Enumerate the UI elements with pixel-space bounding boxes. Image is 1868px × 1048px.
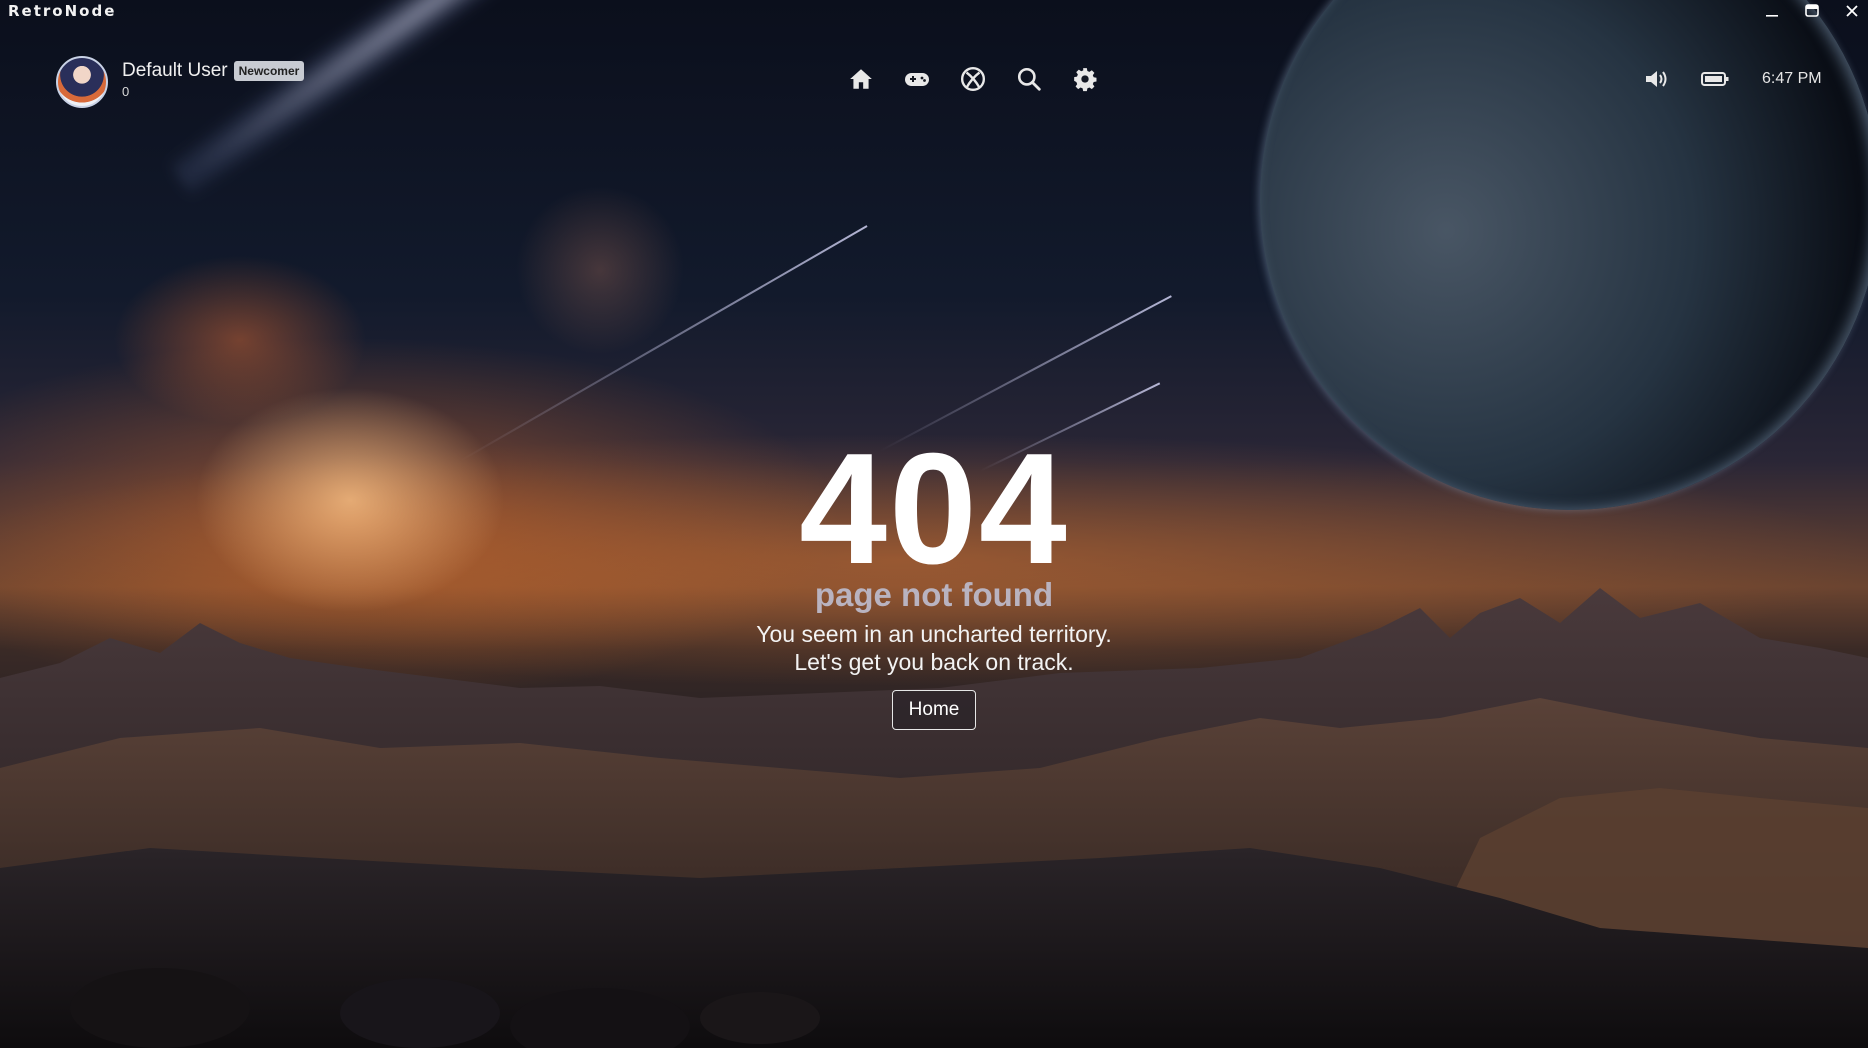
xbox-icon — [960, 66, 986, 92]
window-controls — [1764, 3, 1860, 19]
home-button[interactable]: Home — [891, 690, 977, 730]
avatar[interactable] — [56, 56, 108, 108]
user-profile[interactable]: Default User Newcomer 0 — [56, 56, 305, 108]
top-bar: Default User Newcomer 0 6:47 PM — [0, 50, 1868, 114]
volume-button[interactable] — [1642, 64, 1672, 94]
error-code: 404 — [799, 421, 1069, 597]
main-nav — [846, 64, 1100, 94]
volume-icon — [1646, 71, 1667, 87]
clock: 6:47 PM — [1762, 70, 1822, 87]
user-name: Default User — [122, 60, 228, 81]
nav-games[interactable] — [902, 64, 932, 94]
close-icon — [1846, 5, 1858, 17]
close-button[interactable] — [1844, 3, 1860, 19]
nav-home[interactable] — [846, 64, 876, 94]
home-icon — [850, 69, 872, 89]
maximize-icon — [1805, 4, 1819, 17]
window-titlebar: RetroNode — [0, 0, 1868, 22]
app-title: RetroNode — [8, 2, 117, 20]
settings-gear-icon — [1074, 68, 1097, 92]
battery-button[interactable] — [1700, 64, 1730, 94]
nav-xbox[interactable] — [958, 64, 988, 94]
user-name-row: Default User Newcomer — [122, 60, 305, 82]
nav-settings[interactable] — [1070, 64, 1100, 94]
gamepad-icon — [905, 73, 929, 86]
maximize-button[interactable] — [1804, 3, 1820, 19]
minimize-button[interactable] — [1764, 3, 1780, 19]
user-info: Default User Newcomer 0 — [122, 56, 305, 99]
user-rank-badge: Newcomer — [233, 61, 305, 81]
error-message-line-2: Let's get you back on track. — [794, 649, 1074, 675]
battery-icon — [1701, 72, 1729, 86]
not-found-panel: 404 page not found You seem in an unchar… — [0, 421, 1868, 730]
system-status: 6:47 PM — [1642, 64, 1822, 94]
minimize-icon — [1766, 15, 1778, 17]
search-icon — [1017, 67, 1041, 91]
user-score: 0 — [122, 84, 130, 99]
nav-search[interactable] — [1014, 64, 1044, 94]
error-message-line-1: You seem in an uncharted territory. — [756, 621, 1112, 647]
error-title: page not found — [814, 576, 1054, 613]
